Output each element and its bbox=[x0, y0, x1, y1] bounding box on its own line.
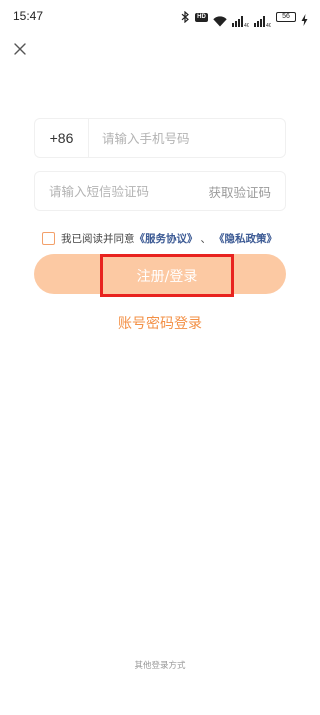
service-agreement-link[interactable]: 《服务协议》 bbox=[135, 231, 198, 246]
agreement-text: 我已阅读并同意 bbox=[61, 232, 135, 245]
status-icons: HD 4G 4G 56 bbox=[181, 10, 308, 29]
charging-icon bbox=[301, 11, 308, 26]
close-icon bbox=[10, 43, 30, 63]
phone-row: +86 bbox=[34, 118, 286, 158]
sms-code-input[interactable] bbox=[35, 172, 209, 210]
phone-input[interactable] bbox=[89, 119, 285, 157]
sms-code-row: 获取验证码 bbox=[34, 171, 286, 211]
status-time: 15:47 bbox=[13, 9, 44, 23]
status-bar: 15:47 HD 4G 4G 56 bbox=[0, 0, 320, 38]
agreement-row: 我已阅读并同意 《服务协议》 、 《隐私政策》 bbox=[42, 230, 277, 246]
battery-icon: 56 bbox=[276, 12, 296, 22]
wifi-icon bbox=[213, 12, 227, 26]
password-login-link[interactable]: 账号密码登录 bbox=[0, 313, 320, 333]
close-button[interactable] bbox=[10, 39, 30, 59]
other-login-methods[interactable]: 其他登录方式 bbox=[0, 659, 320, 671]
hd-icon: HD bbox=[195, 12, 208, 22]
privacy-policy-link[interactable]: 《隐私政策》 bbox=[214, 231, 277, 246]
svg-text:4G: 4G bbox=[244, 23, 249, 27]
bluetooth-icon bbox=[181, 10, 190, 24]
get-code-button[interactable]: 获取验证码 bbox=[208, 182, 285, 201]
highlight-box: 注册/登录 bbox=[100, 254, 234, 297]
agreement-separator: 、 bbox=[200, 232, 212, 245]
country-code-selector[interactable]: +86 bbox=[35, 119, 89, 157]
agreement-checkbox[interactable] bbox=[42, 231, 55, 245]
signal-icon-2: 4G bbox=[254, 12, 273, 29]
svg-text:4G: 4G bbox=[266, 23, 271, 27]
signal-icon: 4G bbox=[232, 12, 251, 29]
register-login-label: 注册/登录 bbox=[136, 268, 198, 285]
